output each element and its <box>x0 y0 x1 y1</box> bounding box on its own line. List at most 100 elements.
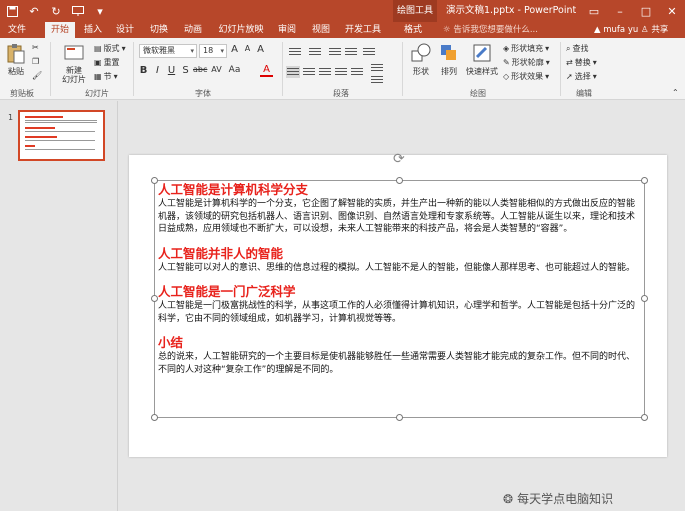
italic-icon[interactable]: I <box>151 65 164 76</box>
shapes-button[interactable]: 形状 <box>410 42 432 77</box>
shape-outline-button[interactable]: ✎ 形状轮廓 ▾ <box>503 57 550 68</box>
tab-design[interactable]: 设计 <box>112 22 138 38</box>
tell-me-box[interactable]: ☼ 告诉我您想要做什么... <box>443 23 538 37</box>
underline-icon[interactable]: U <box>165 65 178 76</box>
align-right-icon[interactable] <box>318 66 332 78</box>
group-divider <box>50 42 51 96</box>
font-name-select[interactable]: 微软雅黑 ▾ <box>139 44 197 58</box>
cut-icon[interactable]: ✂ <box>32 43 39 52</box>
resize-handle[interactable] <box>641 295 648 302</box>
resize-handle[interactable] <box>396 414 403 421</box>
resize-handle[interactable] <box>151 177 158 184</box>
arrange-icon <box>441 45 456 60</box>
line-spacing-icon[interactable] <box>362 46 376 58</box>
format-painter-icon[interactable]: 🖌 <box>32 71 42 80</box>
group-divider <box>282 42 283 96</box>
paint-bucket-icon: ◈ <box>503 44 510 53</box>
resize-handle[interactable] <box>151 295 158 302</box>
reset-button[interactable]: ▣ 重置 <box>94 57 120 68</box>
maximize-icon[interactable]: □ <box>633 0 659 22</box>
decrease-indent-icon[interactable] <box>328 46 342 58</box>
tab-animations[interactable]: 动画 <box>180 22 206 38</box>
customize-qat-icon[interactable]: ▾ <box>92 3 108 19</box>
clear-format-icon[interactable]: A <box>254 44 267 55</box>
resize-handle[interactable] <box>151 414 158 421</box>
tab-transitions[interactable]: 切换 <box>146 22 172 38</box>
user-account[interactable]: ▲ mufa yu <box>594 23 638 37</box>
find-button[interactable]: ⌕ 查找 <box>566 43 588 54</box>
shapes-icon <box>411 43 431 62</box>
select-button[interactable]: ➚ 选择 ▾ <box>566 71 597 82</box>
font-name-value: 微软雅黑 <box>143 46 175 55</box>
slide-thumbnail[interactable] <box>18 110 105 161</box>
slide-text-content[interactable]: 人工智能是计算机科学分支 人工智能是计算机科学的一个分支，它企图了解智能的实质，… <box>158 182 642 386</box>
layout-button[interactable]: ▤ 版式 ▾ <box>94 43 126 54</box>
chevron-down-icon: ▾ <box>592 72 597 81</box>
bold-icon[interactable]: B <box>137 65 150 76</box>
align-center-icon[interactable] <box>302 66 316 78</box>
copy-icon[interactable]: ❐ <box>32 57 39 66</box>
shrink-font-icon[interactable]: A <box>241 44 254 53</box>
slideshow-icon[interactable] <box>70 3 86 19</box>
minimize-icon[interactable]: – <box>607 0 633 22</box>
shape-effects-button[interactable]: ◇ 形状效果 ▾ <box>503 71 549 82</box>
redo-icon[interactable]: ↻ <box>48 3 64 19</box>
section-button[interactable]: ▦ 节 ▾ <box>94 71 118 82</box>
font-color-icon[interactable]: A <box>260 65 273 77</box>
chevron-down-icon: ▾ <box>113 72 118 81</box>
justify-icon[interactable] <box>334 66 348 78</box>
section-body: 人工智能是一门极富挑战性的科学，从事这项工作的人必须懂得计算机知识，心理学和哲学… <box>158 301 636 324</box>
chevron-down-icon: ▾ <box>220 47 224 55</box>
tab-format[interactable]: 格式 <box>396 22 430 38</box>
numbering-icon[interactable] <box>308 46 322 58</box>
section-body: 人工智能可以对人的意识、思维的信息过程的模拟。人工智能不是人的智能，但能像人那样… <box>158 262 636 273</box>
reset-label: 重置 <box>103 58 120 67</box>
new-slide-button[interactable]: 新建 幻灯片 <box>57 42 91 84</box>
group-slides-label: 幻灯片 <box>85 89 109 98</box>
replace-button[interactable]: ⇄ 替换 ▾ <box>566 57 597 68</box>
shape-effects-label: 形状效果 <box>511 72 544 81</box>
tab-view[interactable]: 视图 <box>308 22 334 38</box>
close-icon[interactable]: ✕ <box>659 0 685 22</box>
quick-styles-button[interactable]: 快速样式 <box>466 42 498 77</box>
collapse-ribbon-icon[interactable]: ⌃ <box>672 88 679 97</box>
bullets-icon[interactable] <box>288 46 302 58</box>
arrange-button[interactable]: 排列 <box>438 42 460 77</box>
align-text-icon[interactable] <box>370 74 384 86</box>
ribbon-tabs: 文件 开始 插入 设计 切换 动画 幻灯片放映 审阅 视图 开发工具 格式 ☼ … <box>0 22 685 38</box>
increase-indent-icon[interactable] <box>344 46 358 58</box>
font-size-select[interactable]: 18 ▾ <box>199 44 227 58</box>
text-direction-icon[interactable] <box>370 62 384 74</box>
shape-fill-label: 形状填充 <box>511 44 544 53</box>
paste-button[interactable]: 粘贴 <box>5 42 27 77</box>
shapes-label: 形状 <box>413 67 429 76</box>
tab-slideshow[interactable]: 幻灯片放映 <box>218 22 264 38</box>
columns-icon[interactable] <box>350 66 364 78</box>
resize-handle[interactable] <box>641 177 648 184</box>
undo-icon[interactable]: ↶ <box>26 3 42 19</box>
tab-developer[interactable]: 开发工具 <box>344 22 382 38</box>
quick-styles-icon <box>473 44 491 62</box>
tab-file[interactable]: 文件 <box>2 22 32 38</box>
share-button[interactable]: ♙ 共享 <box>641 23 668 37</box>
rotate-handle-icon[interactable]: ⟳ <box>393 151 405 167</box>
tab-review[interactable]: 审阅 <box>274 22 300 38</box>
change-case-icon[interactable]: Aa <box>228 65 241 75</box>
tab-home[interactable]: 开始 <box>45 22 75 38</box>
tab-insert[interactable]: 插入 <box>80 22 106 38</box>
select-label: 选择 <box>574 72 591 81</box>
ribbon-display-icon[interactable]: ▭ <box>581 0 607 22</box>
strikethrough-icon[interactable]: abc <box>193 65 207 74</box>
resize-handle[interactable] <box>641 414 648 421</box>
align-left-icon[interactable] <box>286 66 300 78</box>
grow-font-icon[interactable]: A <box>228 44 241 55</box>
section-heading: 人工智能是计算机科学分支 <box>158 182 309 197</box>
layout-icon: ▤ <box>94 44 102 53</box>
char-spacing-icon[interactable]: AV <box>210 65 223 74</box>
group-paragraph-label: 段落 <box>333 89 349 98</box>
window-controls: ▭ – □ ✕ <box>581 0 685 22</box>
shadow-icon[interactable]: S <box>179 65 192 76</box>
thumb-heading-line <box>25 127 55 129</box>
save-icon[interactable] <box>4 3 20 19</box>
shape-fill-button[interactable]: ◈ 形状填充 ▾ <box>503 43 549 54</box>
